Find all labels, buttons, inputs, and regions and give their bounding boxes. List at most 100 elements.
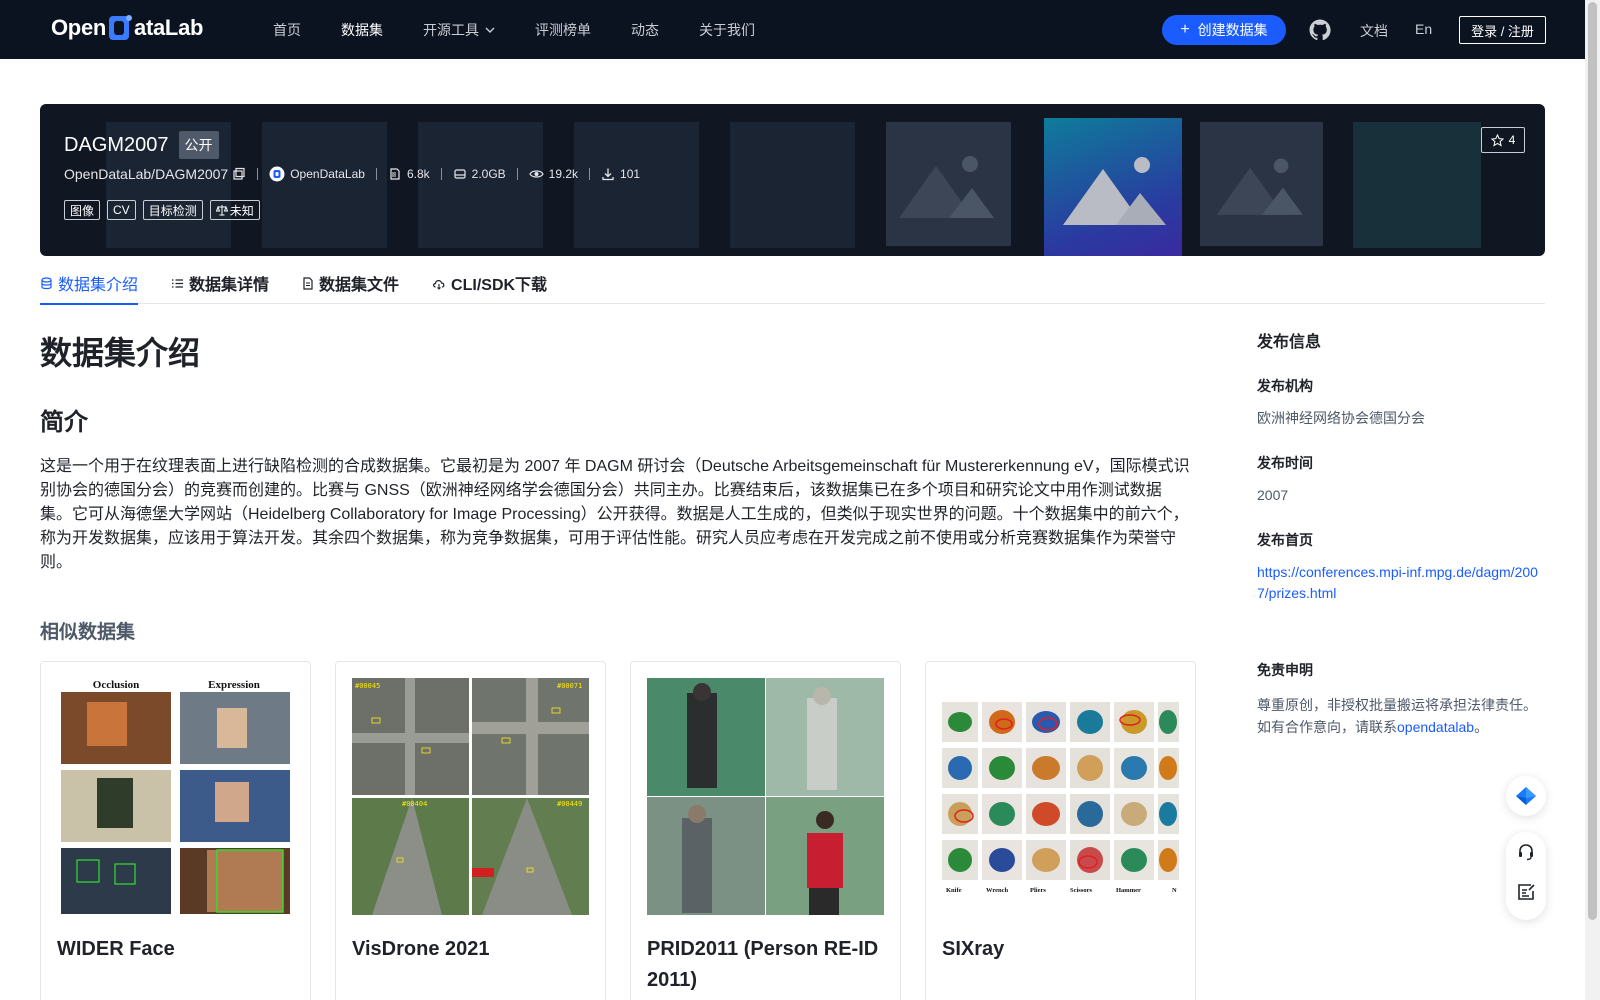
star-button[interactable]: 4 bbox=[1481, 127, 1525, 153]
login-register-button[interactable]: 登录 / 注册 bbox=[1459, 16, 1546, 44]
owner-name: OpenDataLab bbox=[290, 167, 365, 181]
owner[interactable]: OpenDataLab bbox=[269, 166, 365, 182]
publish-info-title: 发布信息 bbox=[1257, 334, 1322, 351]
nav-link-label: 首页 bbox=[273, 21, 301, 38]
floating-brand-button[interactable] bbox=[1506, 776, 1546, 816]
tab-label: 数据集详情 bbox=[189, 277, 270, 294]
similar-dataset-card[interactable]: Occlusion Expression WIDER Face bbox=[40, 661, 311, 1000]
nav-docs-link[interactable]: 文档 bbox=[1360, 21, 1388, 41]
tab-cli-sdk[interactable]: CLI/SDK下载 bbox=[432, 262, 547, 304]
disclaimer-end: 。 bbox=[1474, 719, 1489, 735]
download-count-value: 101 bbox=[620, 167, 641, 181]
file-count: 6.8k bbox=[388, 167, 430, 181]
cloud-icon bbox=[433, 279, 445, 290]
logo-text-left: Open bbox=[51, 15, 107, 40]
support-button[interactable] bbox=[1506, 832, 1546, 872]
logo-text-right: ataLab bbox=[134, 15, 204, 40]
similar-datasets-heading: 相似数据集 bbox=[40, 622, 136, 643]
thumb-label: N bbox=[1172, 887, 1177, 894]
nav-link-label: 数据集 bbox=[341, 21, 383, 38]
contact-link[interactable]: opendatalab bbox=[1397, 719, 1474, 735]
publisher-label: 发布机构 bbox=[1257, 378, 1313, 394]
dataset-title-row: DAGM2007 公开 bbox=[64, 131, 219, 159]
nav-link-label: 动态 bbox=[631, 21, 659, 38]
repo-path-text: OpenDataLab/DAGM2007 bbox=[64, 166, 229, 182]
page-scrollbar[interactable] bbox=[1585, 0, 1600, 1000]
scale-icon bbox=[215, 205, 228, 216]
scrollbar-thumb[interactable] bbox=[1588, 2, 1597, 920]
copy-icon[interactable] bbox=[232, 167, 246, 181]
banner-thumbnail-selected[interactable] bbox=[1044, 118, 1182, 256]
banner-thumbnail bbox=[1353, 122, 1481, 248]
view-count: 19.2k bbox=[529, 167, 578, 181]
tag-cv[interactable]: CV bbox=[107, 200, 136, 220]
download-count: 101 bbox=[601, 167, 640, 181]
homepage-link[interactable]: https://conferences.mpi-inf.mpg.de/dagm/… bbox=[1257, 562, 1542, 604]
similar-dataset-card[interactable]: PRID2011 (Person RE-ID 2011) bbox=[630, 661, 901, 1000]
dataset-tabs: 数据集介绍 数据集详情 数据集文件 CLI/SDK下载 bbox=[40, 262, 1545, 305]
star-icon bbox=[1490, 133, 1504, 147]
nav-link-datasets[interactable]: 数据集 bbox=[341, 20, 383, 40]
similar-dataset-card[interactable]: #00045 #00071 #00404 #00449 VisDrone 202… bbox=[335, 661, 606, 1000]
nav-link-home[interactable]: 首页 bbox=[273, 20, 301, 40]
dataset-name: VisDrone 2021 bbox=[352, 938, 490, 960]
storage-icon bbox=[454, 169, 466, 179]
paper-plane-icon bbox=[1516, 787, 1536, 805]
homepage-label: 发布首页 bbox=[1257, 532, 1313, 548]
nav-link-news[interactable]: 动态 bbox=[631, 20, 659, 40]
owner-avatar-icon bbox=[269, 166, 285, 182]
thumb-label: Hammer bbox=[1116, 887, 1141, 894]
image-placeholder-icon bbox=[898, 156, 994, 218]
nav-link-tools[interactable]: 开源工具 bbox=[423, 20, 495, 40]
language-switch[interactable]: En bbox=[1415, 21, 1432, 37]
tag-license[interactable]: 未知 bbox=[209, 200, 260, 220]
logo[interactable]: Open ataLab bbox=[51, 14, 203, 42]
tag-license-label: 未知 bbox=[229, 203, 254, 218]
thumb-label: #00449 bbox=[557, 800, 582, 808]
tab-introduction[interactable]: 数据集介绍 bbox=[40, 262, 139, 305]
disclaimer-line: 尊重原创，非授权批量搬运将承担法律责任。 bbox=[1257, 697, 1537, 713]
tab-label: 数据集介绍 bbox=[58, 277, 139, 294]
dataset-title: DAGM2007 bbox=[64, 133, 169, 156]
feedback-button[interactable] bbox=[1506, 872, 1546, 912]
thumb-label: #00045 bbox=[355, 682, 380, 690]
feedback-edit-icon bbox=[1518, 884, 1535, 900]
nav-link-leaderboard[interactable]: 评测榜单 bbox=[535, 20, 591, 40]
disclaimer-line: 如有合作意向，请联系 bbox=[1257, 719, 1397, 735]
nav-link-label: 评测榜单 bbox=[535, 21, 591, 38]
similar-dataset-card[interactable]: Knife Wrench Pliers Scissors Hammer N SI… bbox=[925, 661, 1196, 1000]
tab-details[interactable]: 数据集详情 bbox=[171, 262, 269, 304]
dataset-size: 2.0GB bbox=[453, 167, 506, 181]
nav-link-about[interactable]: 关于我们 bbox=[699, 20, 755, 40]
disclaimer-text: 尊重原创，非授权批量搬运将承担法律责任。 如有合作意向，请联系opendatal… bbox=[1257, 694, 1547, 738]
view-count-value: 19.2k bbox=[548, 167, 579, 181]
top-navbar: Open ataLab 首页 数据集 开源工具 评测榜单 动态 关于我们 + 创… bbox=[0, 0, 1585, 59]
nav-link-label: 开源工具 bbox=[423, 21, 479, 38]
tab-label: 数据集文件 bbox=[319, 277, 400, 294]
image-placeholder-icon bbox=[1216, 158, 1303, 215]
create-dataset-button[interactable]: + 创建数据集 bbox=[1162, 15, 1286, 45]
dataset-thumbnail: Knife Wrench Pliers Scissors Hammer N bbox=[942, 678, 1179, 915]
thumb-label: Occlusion bbox=[93, 679, 139, 691]
banner-thumbnail bbox=[574, 122, 699, 248]
tab-label: CLI/SDK下载 bbox=[451, 277, 548, 294]
thumb-label: #00404 bbox=[402, 800, 427, 808]
plus-icon: + bbox=[1180, 21, 1190, 38]
repo-path: OpenDataLab/DAGM2007 bbox=[64, 166, 246, 182]
image-placeholder-icon bbox=[1063, 157, 1166, 225]
tag-object-detection[interactable]: 目标检测 bbox=[142, 200, 203, 220]
tab-files[interactable]: 数据集文件 bbox=[302, 262, 399, 304]
create-dataset-label: 创建数据集 bbox=[1197, 22, 1268, 38]
thumb-label: Wrench bbox=[986, 887, 1009, 894]
dataset-tags: 图像 CV 目标检测 未知 bbox=[64, 200, 267, 220]
tag-image[interactable]: 图像 bbox=[64, 200, 101, 220]
floating-tools bbox=[1506, 832, 1546, 920]
chevron-down-icon bbox=[485, 27, 495, 33]
publish-info-panel: 发布信息 发布机构 欧洲神经网络协会德国分会 发布时间 2007 发布首页 ht… bbox=[1257, 328, 1547, 738]
list-icon bbox=[172, 278, 184, 288]
section-heading-intro: 简介 bbox=[40, 409, 88, 436]
dataset-thumbnail: Occlusion Expression bbox=[57, 678, 294, 915]
logo-mark-icon bbox=[107, 14, 133, 42]
banner-thumbnail bbox=[886, 122, 1011, 246]
github-icon[interactable] bbox=[1308, 18, 1332, 42]
